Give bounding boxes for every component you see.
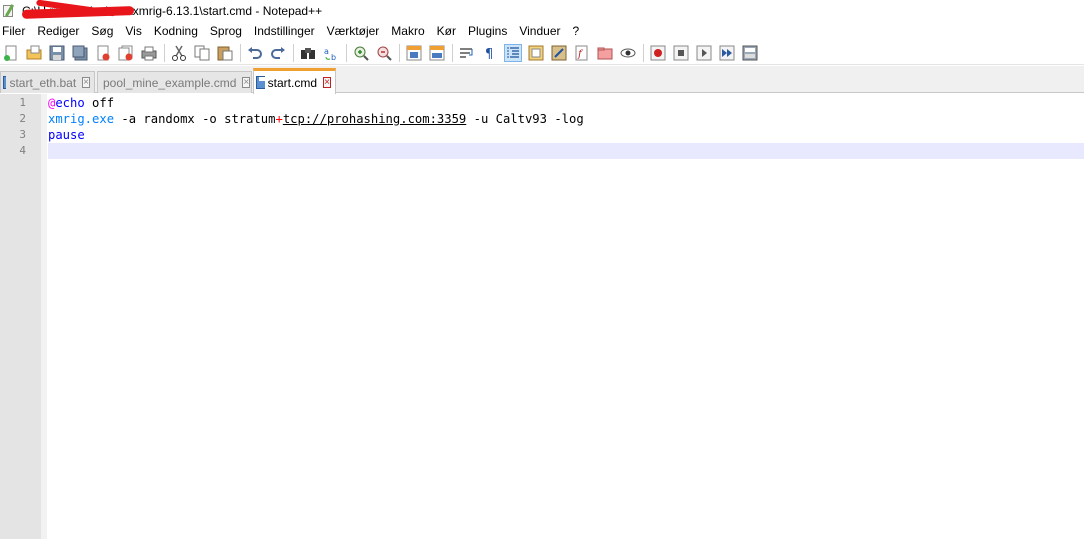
token-keyword: echo <box>55 96 85 110</box>
open-file-icon[interactable] <box>25 44 43 62</box>
toolbar: ab ¶ f <box>0 41 1084 65</box>
svg-text:a: a <box>324 47 329 56</box>
monitoring-icon[interactable] <box>619 44 637 62</box>
menu-vis[interactable]: Vis <box>119 22 147 41</box>
menu-soeg[interactable]: Søg <box>85 22 119 41</box>
indent-guide-icon[interactable] <box>504 43 522 62</box>
sync-horizontal-icon[interactable] <box>428 44 446 62</box>
toolbar-separator <box>293 43 294 62</box>
play-macro-icon[interactable] <box>695 44 713 62</box>
line-number: 2 <box>19 112 26 125</box>
notepadpp-app-icon[interactable] <box>2 4 16 18</box>
toolbar-separator <box>164 43 165 62</box>
sync-vertical-icon[interactable] <box>405 44 423 62</box>
menu-filer[interactable]: Filer <box>0 22 31 41</box>
replace-icon[interactable]: ab <box>322 44 340 62</box>
token-text: off <box>84 96 115 110</box>
title-bar: C:\U rive\Skrivebord\xmrig-6.13.1\start.… <box>0 0 1084 22</box>
menu-makro[interactable]: Makro <box>385 22 430 41</box>
tab-start-cmd[interactable]: start.cmd × <box>253 68 336 94</box>
word-wrap-icon[interactable] <box>458 44 476 62</box>
tab-label: start_eth.bat <box>9 75 77 90</box>
undo-icon[interactable] <box>246 44 264 62</box>
save-icon[interactable] <box>48 44 66 62</box>
saved-file-icon <box>256 76 265 89</box>
token-text: -u Caltv93 -log <box>466 112 584 126</box>
menu-kodning[interactable]: Kodning <box>148 22 204 41</box>
close-tab-icon[interactable]: × <box>82 77 90 88</box>
new-file-icon[interactable] <box>2 44 20 62</box>
record-macro-icon[interactable] <box>649 44 667 62</box>
toolbar-separator <box>643 43 644 62</box>
menu-help[interactable]: ? <box>567 22 586 41</box>
menu-indstillinger[interactable]: Indstillinger <box>248 22 321 41</box>
window-title: C:\U rive\Skrivebord\xmrig-6.13.1\start.… <box>21 0 322 19</box>
code-area[interactable]: @echo off xmrig.exe -a randomx -o stratu… <box>48 95 1084 159</box>
show-all-chars-icon[interactable]: ¶ <box>481 44 499 62</box>
tab-label: pool_mine_example.cmd <box>103 75 237 90</box>
close-icon[interactable] <box>94 44 112 62</box>
token-url[interactable]: tcp://prohashing.com:3359 <box>283 112 466 126</box>
line-number: 4 <box>19 144 26 157</box>
menu-bar: Filer Rediger Søg Vis Kodning Sprog Inds… <box>0 22 1084 41</box>
svg-text:¶: ¶ <box>485 47 493 61</box>
saved-file-icon <box>3 76 7 89</box>
save-all-icon[interactable] <box>71 44 89 62</box>
editor[interactable]: 1 2 3 4 @echo off xmrig.exe -a randomx -… <box>0 94 1084 539</box>
line-number: 1 <box>19 96 26 109</box>
token-keyword: pause <box>48 128 85 142</box>
code-line[interactable]: @echo off <box>48 95 1084 111</box>
current-code-line[interactable] <box>48 143 1084 159</box>
tab-label: start.cmd <box>267 75 317 90</box>
tab-start-eth-bat[interactable]: start_eth.bat × <box>0 71 95 93</box>
find-icon[interactable] <box>299 44 317 62</box>
menu-plugins[interactable]: Plugins <box>462 22 513 41</box>
cut-icon[interactable] <box>170 44 188 62</box>
function-list-icon[interactable]: f <box>573 44 591 62</box>
line-number-gutter: 1 2 3 4 <box>0 94 41 539</box>
zoom-out-icon[interactable] <box>375 44 393 62</box>
close-tab-icon[interactable]: × <box>323 77 331 88</box>
close-all-icon[interactable] <box>117 44 135 62</box>
toolbar-separator <box>346 43 347 62</box>
token-operator: + <box>275 112 283 126</box>
code-line[interactable]: pause <box>48 127 1084 143</box>
doc-map-icon[interactable] <box>550 44 568 62</box>
folder-workspace-icon[interactable] <box>596 44 614 62</box>
toolbar-separator <box>399 43 400 62</box>
user-language-icon[interactable] <box>527 44 545 62</box>
menu-vinduer[interactable]: Vinduer <box>513 22 566 41</box>
token-text: -a randomx -o stratum <box>114 112 276 126</box>
fold-margin[interactable] <box>41 94 47 539</box>
menu-koer[interactable]: Kør <box>431 22 462 41</box>
menu-vaerktoejer[interactable]: Værktøjer <box>321 22 386 41</box>
token-command: xmrig.exe <box>48 112 115 126</box>
tab-bar: start_eth.bat × pool_mine_example.cmd × … <box>0 66 1084 94</box>
tab-pool-mine-example-cmd[interactable]: pool_mine_example.cmd × <box>97 71 252 93</box>
menu-sprog[interactable]: Sprog <box>204 22 248 41</box>
zoom-in-icon[interactable] <box>352 44 370 62</box>
toolbar-separator <box>452 43 453 62</box>
copy-icon[interactable] <box>193 44 211 62</box>
close-tab-icon[interactable]: × <box>242 77 251 88</box>
paste-icon[interactable] <box>216 44 234 62</box>
redo-icon[interactable] <box>269 44 287 62</box>
svg-text:b: b <box>331 53 336 61</box>
toolbar-separator <box>240 43 241 62</box>
print-icon[interactable] <box>140 44 158 62</box>
run-macro-multiple-icon[interactable] <box>718 44 736 62</box>
stop-record-icon[interactable] <box>672 44 690 62</box>
menu-rediger[interactable]: Rediger <box>31 22 85 41</box>
save-macro-icon[interactable] <box>741 44 759 62</box>
line-number: 3 <box>19 128 26 141</box>
code-line[interactable]: xmrig.exe -a randomx -o stratum+tcp://pr… <box>48 111 1084 127</box>
